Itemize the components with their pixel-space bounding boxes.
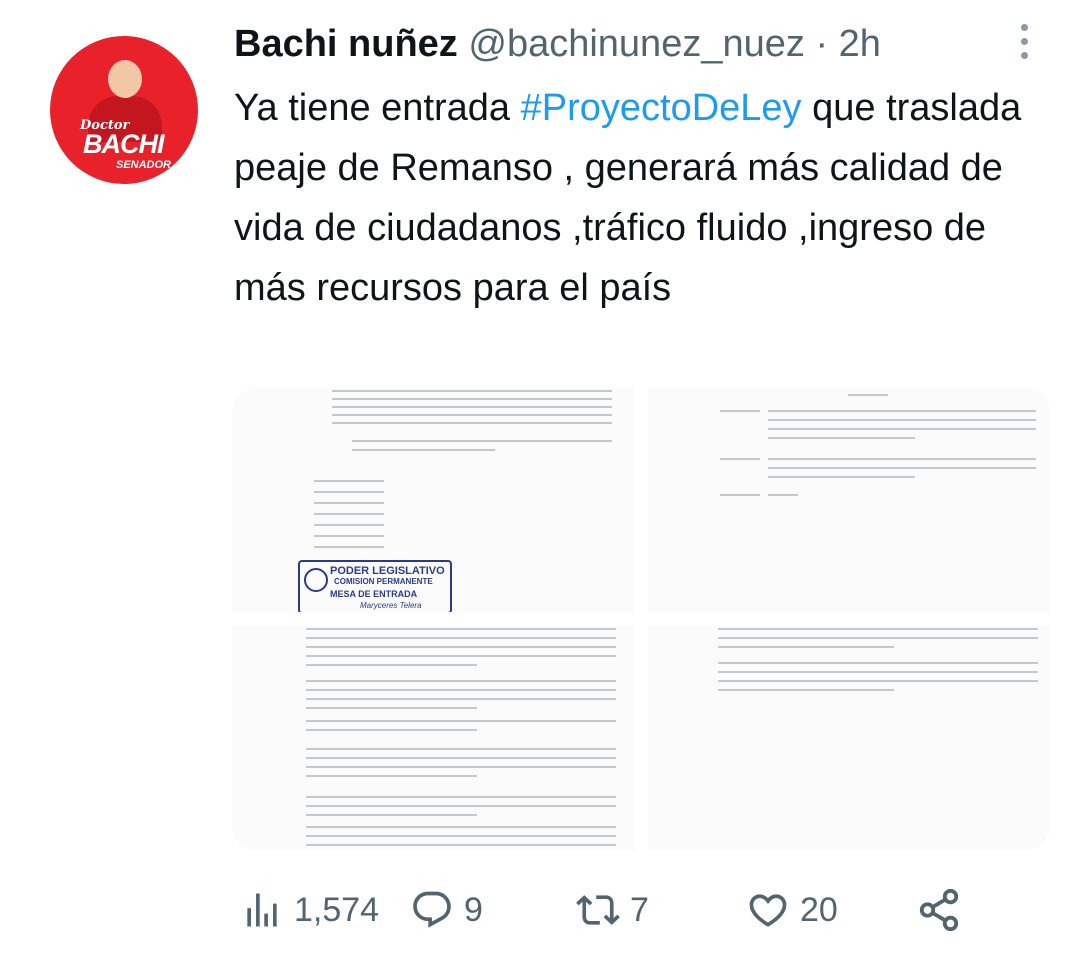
tweet-header: Bachi nuñez @bachinunez_nuez · 2h bbox=[234, 20, 881, 68]
document-text-line bbox=[306, 707, 477, 709]
document-text-line bbox=[718, 628, 1038, 630]
document-text-line bbox=[768, 458, 1036, 460]
document-text-line bbox=[332, 406, 612, 408]
tweet-text-part1: Ya tiene entrada bbox=[234, 87, 521, 129]
document-text-line bbox=[718, 689, 894, 691]
document-text-line bbox=[718, 662, 1038, 664]
document-text-line bbox=[768, 428, 1036, 430]
document-text-line bbox=[314, 524, 384, 526]
document-text-line bbox=[768, 437, 916, 439]
author-name[interactable]: Bachi nuñez bbox=[234, 23, 458, 65]
retweet-count: 7 bbox=[630, 890, 649, 929]
avatar-face bbox=[108, 60, 142, 98]
document-text-line bbox=[332, 414, 612, 416]
views-icon bbox=[240, 888, 284, 932]
media-image-3[interactable] bbox=[232, 626, 634, 850]
retweet-icon bbox=[576, 888, 620, 932]
header-separator: · bbox=[815, 23, 829, 65]
document-text-line bbox=[720, 410, 760, 412]
document-text-line bbox=[306, 835, 616, 837]
document-text-line bbox=[768, 494, 798, 496]
document-text-line bbox=[306, 637, 616, 639]
document-text-line bbox=[768, 467, 1036, 469]
document-text-line bbox=[718, 637, 1038, 639]
heart-icon bbox=[746, 888, 790, 932]
stamp-mesa: MESA DE ENTRADA bbox=[330, 589, 418, 599]
document-text-line bbox=[718, 680, 1038, 682]
document-text-line bbox=[306, 844, 616, 846]
document-text-line bbox=[306, 757, 616, 759]
document-text-line bbox=[768, 410, 1036, 412]
reply-button[interactable]: 9 bbox=[410, 880, 483, 940]
views-count: 1,574 bbox=[294, 890, 380, 929]
document-text-line bbox=[718, 671, 1038, 673]
document-text-line bbox=[314, 502, 384, 504]
like-button[interactable]: 20 bbox=[746, 880, 838, 940]
document-text-line bbox=[768, 419, 1036, 421]
share-icon bbox=[916, 887, 962, 933]
like-count: 20 bbox=[800, 890, 838, 929]
document-text-line bbox=[306, 766, 616, 768]
document-text-line bbox=[306, 689, 616, 691]
avatar-senador-text: SENADOR bbox=[116, 159, 172, 171]
document-text-line bbox=[314, 513, 384, 515]
document-text-line bbox=[306, 826, 616, 828]
document-text-line bbox=[332, 398, 612, 400]
reply-count: 9 bbox=[464, 890, 483, 929]
media-image-2[interactable] bbox=[648, 388, 1050, 612]
document-text-line bbox=[352, 449, 495, 451]
document-text-line bbox=[306, 796, 616, 798]
document-text-line bbox=[848, 394, 888, 396]
document-text-line bbox=[306, 698, 616, 700]
tweet-actions: 1,574 9 7 20 bbox=[240, 880, 1040, 940]
media-image-4[interactable] bbox=[648, 626, 1050, 850]
media-grid: PODER LEGISLATIVO COMISION PERMANENTE ME… bbox=[232, 388, 1050, 850]
avatar-bachi-text: BACHI bbox=[83, 129, 164, 159]
document-text-line bbox=[720, 458, 760, 460]
document-text-line bbox=[306, 748, 616, 750]
stamp-title: PODER LEGISLATIVO bbox=[330, 565, 445, 577]
document-text-line bbox=[720, 494, 760, 496]
document-text-line bbox=[306, 628, 616, 630]
document-text-line bbox=[314, 546, 384, 548]
document-text-line bbox=[306, 775, 477, 777]
document-text-line bbox=[306, 655, 616, 657]
views-button[interactable]: 1,574 bbox=[240, 880, 379, 940]
hashtag-link[interactable]: #ProyectoDeLey bbox=[521, 87, 802, 129]
document-text-line bbox=[314, 491, 384, 493]
document-text-line bbox=[306, 805, 616, 807]
share-button[interactable] bbox=[916, 880, 962, 940]
document-text-line bbox=[306, 646, 616, 648]
document-text-line bbox=[306, 814, 477, 816]
document-text-line bbox=[718, 646, 894, 648]
document-text-line bbox=[306, 680, 616, 682]
reply-icon bbox=[410, 888, 454, 932]
stamp-signature: Maryceres Telera bbox=[360, 601, 422, 610]
document-text-line bbox=[306, 720, 616, 722]
document-text-line bbox=[306, 664, 477, 666]
document-text-line bbox=[314, 480, 384, 482]
document-text-line bbox=[306, 729, 477, 731]
document-text-line bbox=[332, 390, 612, 392]
stamp-subtitle: COMISION PERMANENTE bbox=[334, 577, 433, 586]
document-text-line bbox=[352, 440, 612, 442]
document-text-line bbox=[314, 535, 384, 537]
media-image-1[interactable]: PODER LEGISLATIVO COMISION PERMANENTE ME… bbox=[232, 388, 634, 612]
document-text-line bbox=[332, 422, 612, 424]
document-text-line bbox=[768, 476, 916, 478]
tweet-timestamp[interactable]: 2h bbox=[839, 23, 881, 65]
legislative-stamp: PODER LEGISLATIVO COMISION PERMANENTE ME… bbox=[298, 560, 452, 612]
retweet-button[interactable]: 7 bbox=[576, 880, 649, 940]
tweet-text: Ya tiene entrada #ProyectoDeLey que tras… bbox=[234, 78, 1034, 318]
seal-icon bbox=[304, 568, 328, 592]
avatar[interactable]: Doctor BACHI SENADOR bbox=[50, 36, 198, 184]
author-handle[interactable]: @bachinunez_nuez bbox=[468, 23, 805, 65]
more-options-icon[interactable] bbox=[1010, 24, 1038, 80]
